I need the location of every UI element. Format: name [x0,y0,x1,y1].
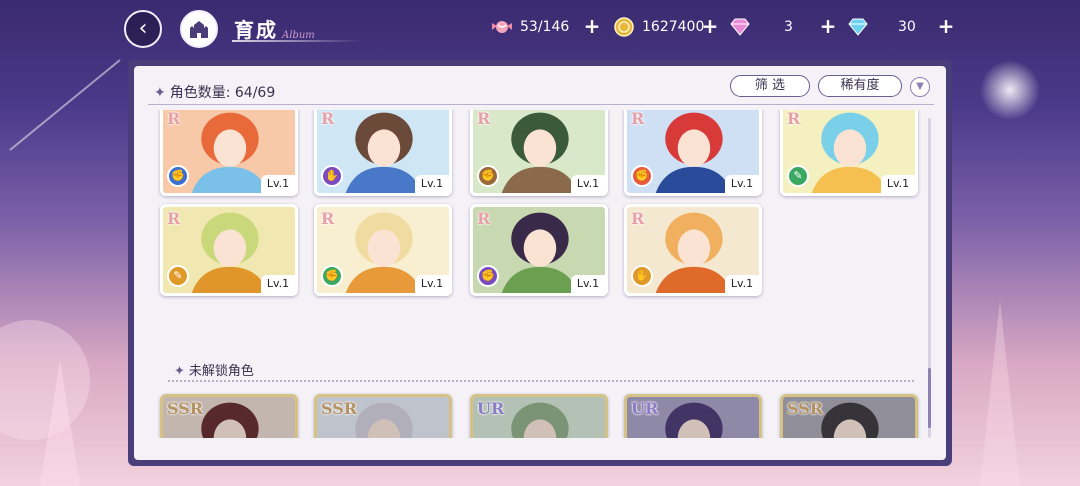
level-label: Lv.1 [881,175,915,193]
blue-diamond-value: 30 [898,19,916,35]
character-card[interactable]: R ✊ Lv.1 [470,204,608,296]
rarity-badge: SSR [167,399,204,418]
chevron-down-icon: ▼ [916,81,924,92]
rarity-badge: R [631,209,645,228]
pink-diamond-value: 3 [784,19,793,35]
locked-character-card[interactable]: SSR✋ [314,394,452,438]
character-card[interactable]: R ✊ Lv.1 [160,110,298,196]
rarity-badge: R [631,110,645,128]
character-card[interactable]: R ✊ Lv.1 [470,110,608,196]
rarity-badge: R [477,110,491,128]
level-label: Lv.1 [261,175,295,193]
element-badge-icon: ✊ [321,265,343,287]
back-button[interactable]: ‹ [124,10,162,48]
rarity-badge: R [477,209,491,228]
candy-icon [490,15,514,39]
rarity-badge: R [167,209,181,228]
castle-icon [190,21,208,38]
level-label: Lv.1 [725,275,759,293]
page-title: 育成 [234,18,278,42]
rarity-badge: SSR [787,399,824,418]
element-badge-icon: ✋ [321,165,343,187]
add-gold-button[interactable]: + [700,14,720,38]
locked-character-card[interactable]: UR✋ [470,394,608,438]
panel-header: ✦ 角色数量: 64/69 筛 选 稀有度 ▼ [134,66,946,110]
gold-value: 1627400 [642,19,705,35]
candy-counter: 53/146 [490,14,569,40]
back-arrow-icon: ‹ [138,16,148,41]
element-badge-icon: ✎ [167,265,189,287]
locked-character-card[interactable]: SSR✊ [780,394,918,438]
character-list[interactable]: ✦ 未解锁角色 R ✊ Lv.1 R ✋ Lv.1 R ✊ Lv.1 R ✊ Lv.1 R ✎ Lv.1 R ✎ L… [134,110,946,438]
level-label: Lv.1 [261,275,295,293]
pink-diamond-icon [728,15,752,39]
level-label: Lv.1 [415,275,449,293]
rarity-badge: R [321,110,335,128]
element-badge-icon: ✊ [477,265,499,287]
element-badge-icon: ✊ [167,165,189,187]
character-card[interactable]: R ✋ Lv.1 [624,204,762,296]
add-pink-diamond-button[interactable]: + [818,14,838,38]
sort-order-button[interactable]: ▼ [910,77,930,97]
character-panel-inner: ✦ 角色数量: 64/69 筛 选 稀有度 ▼ ✦ 未解锁角色 R ✊ Lv.1 R ✋ Lv… [134,66,946,460]
character-card[interactable]: R ✊ Lv.1 [314,204,452,296]
candy-value: 53/146 [520,19,570,35]
top-bar: ‹ 育成 Album 53/146 + 1627400 + 3 + 30 + [0,0,1080,56]
title-script: Album [282,30,315,41]
rarity-badge: R [787,110,801,128]
element-badge-icon: ✎ [787,165,809,187]
rarity-badge: UR [631,399,659,418]
pink-diamond-counter: 3 [728,14,793,40]
level-label: Lv.1 [571,275,605,293]
locked-section-header: ✦ 未解锁角色 [174,364,254,379]
filter-button[interactable]: 筛 选 [730,75,810,97]
scrollbar-thumb[interactable] [928,368,931,428]
header-divider [148,104,934,105]
character-panel: ✦ 角色数量: 64/69 筛 选 稀有度 ▼ ✦ 未解锁角色 R ✊ Lv.1 R ✋ Lv… [128,60,952,466]
character-card[interactable]: R ✎ Lv.1 [780,110,918,196]
blue-diamond-icon [846,15,870,39]
rarity-badge: SSR [321,399,358,418]
section-divider [168,380,914,382]
character-card[interactable]: R ✋ Lv.1 [314,110,452,196]
locked-character-card[interactable]: UR✋ [624,394,762,438]
element-badge-icon: ✋ [631,265,653,287]
add-candy-button[interactable]: + [582,14,602,38]
gold-coin-icon [612,15,636,39]
scrollbar[interactable] [928,118,931,438]
add-blue-diamond-button[interactable]: + [936,14,956,38]
rarity-badge: R [321,209,335,228]
character-card[interactable]: R ✎ Lv.1 [160,204,298,296]
blue-diamond-counter: 30 [846,14,916,40]
gold-counter: 1627400 [612,14,704,40]
level-label: Lv.1 [571,175,605,193]
rarity-sort-button[interactable]: 稀有度 [818,75,902,97]
rarity-badge: R [167,110,181,128]
element-badge-icon: ✊ [631,165,653,187]
rarity-badge: UR [477,399,505,418]
character-count: ✦ 角色数量: 64/69 [154,85,276,101]
home-button[interactable] [180,10,218,48]
element-badge-icon: ✊ [477,165,499,187]
level-label: Lv.1 [415,175,449,193]
locked-character-card[interactable]: SSR✎ [160,394,298,438]
character-card[interactable]: R ✊ Lv.1 [624,110,762,196]
level-label: Lv.1 [725,175,759,193]
sparkle-icon: ✦ [154,85,166,101]
sparkle-icon: ✦ [174,364,185,379]
